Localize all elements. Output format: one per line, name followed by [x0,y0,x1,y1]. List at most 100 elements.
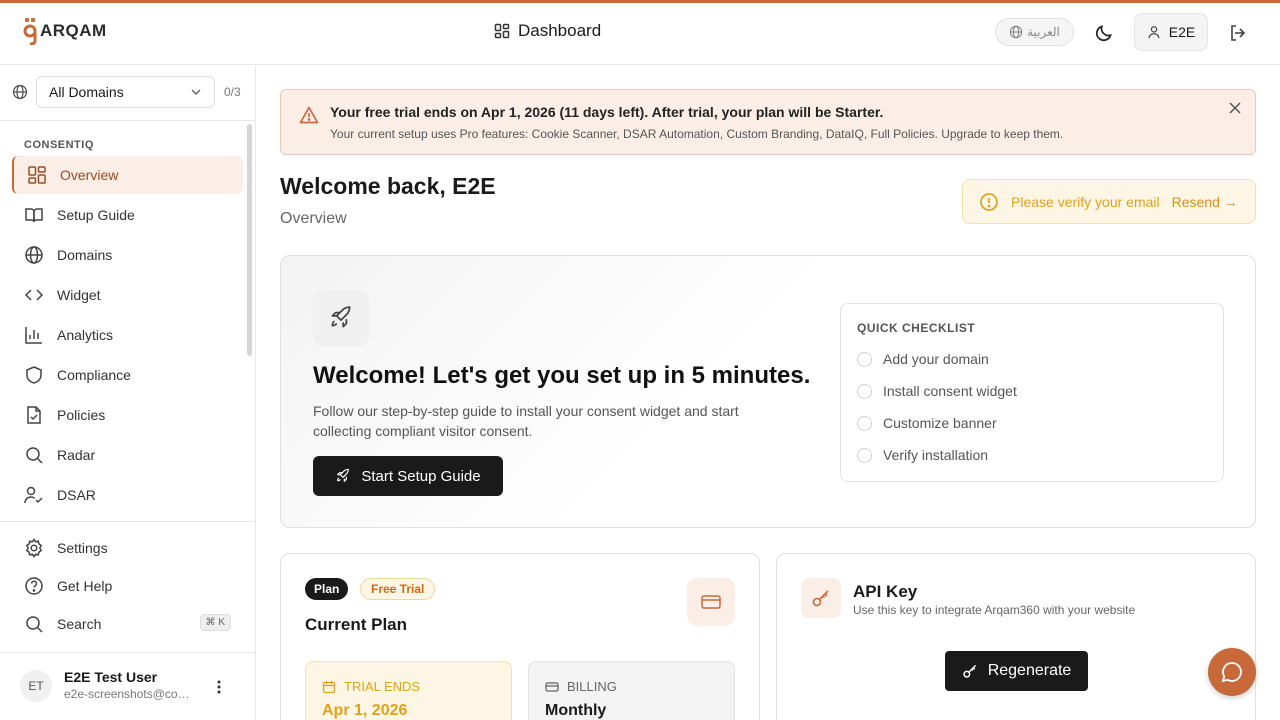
trial-banner-subtitle: Your current setup uses Pro features: Co… [330,127,1064,141]
checklist-item-label: Add your domain [883,351,989,367]
checklist-item-label: Verify installation [883,447,989,463]
chart-icon [25,327,42,344]
sidebar-item-dsar[interactable]: DSAR [12,476,243,514]
chat-support-button[interactable] [1208,648,1256,696]
sidebar-user-profile[interactable]: ET E2E Test User e2e-screenshots@consent… [0,652,255,720]
user-menu-button[interactable]: E2E [1134,13,1208,51]
key-icon [812,590,829,607]
domain-filter-row: All Domains 0/3 [0,66,255,121]
sidebar-item-label: DSAR [57,487,96,503]
avatar: ET [20,670,52,702]
sidebar-item-label: Settings [57,540,108,556]
billing-label: BILLING [567,679,617,694]
search-icon [26,447,43,464]
logout-button[interactable] [1226,21,1250,45]
start-setup-guide-label: Start Setup Guide [361,467,481,485]
quick-checklist: QUICK CHECKLIST Add your domain Install … [840,303,1224,482]
welcome-card-description: Follow our step-by-step guide to install… [313,403,739,439]
globe-icon [1009,25,1023,39]
sidebar-item-overview[interactable]: Overview [12,156,243,194]
chat-bubble-icon [1221,662,1242,683]
rocket-icon [337,468,350,482]
verify-email-notice: Please verify your email Resend → [962,179,1256,224]
welcome-card-title: Welcome! Let's get you set up in 5 minut… [313,362,811,389]
logout-icon [1231,25,1246,41]
page-header-title: Dashboard [494,21,601,41]
sidebar-item-label: Domains [57,247,113,263]
shield-icon [26,366,42,384]
checklist-item-label: Customize banner [883,415,997,431]
start-setup-guide-button[interactable]: Start Setup Guide [313,456,503,496]
page-subtitle: Overview [280,210,347,227]
billing-tile: BILLING Monthly [528,661,735,720]
trial-banner-close-button[interactable] [1227,100,1243,116]
sidebar-item-analytics[interactable]: Analytics [12,316,243,354]
code-icon [24,289,44,301]
sidebar-section-label: CONSENTIQ [24,139,94,151]
rocket-icon [331,306,351,328]
billing-value: Monthly [545,702,607,719]
sidebar-scrollbar[interactable] [247,124,252,356]
chevron-down-icon [191,89,201,96]
file-check-icon [27,406,41,424]
trial-banner-title: Your free trial ends on Apr 1, 2026 (11 … [330,104,884,120]
checklist-item[interactable]: Customize banner [857,415,997,431]
domain-select[interactable]: All Domains [36,76,215,108]
regenerate-button[interactable]: Regenerate [945,651,1088,691]
alert-circle-icon [980,192,998,211]
trial-ends-tile: TRIAL ENDS Apr 1, 2026 [305,661,512,720]
checklist-item[interactable]: Verify installation [857,447,988,463]
sidebar-item-label: Setup Guide [57,207,135,223]
user-more-button[interactable] [212,678,226,696]
billing-label-row: BILLING [545,679,617,694]
api-key-title: API Key [853,582,918,601]
key-icon [962,664,976,678]
checklist-title: QUICK CHECKLIST [857,321,976,335]
sidebar-item-compliance[interactable]: Compliance [12,356,243,394]
top-header: ARQAM Dashboard العربية E2E [0,3,1280,65]
warning-icon [299,106,319,124]
search-shortcut-badge: ⌘ K [199,614,231,631]
resend-link[interactable]: Resend → [1172,194,1238,210]
overview-icon [28,166,46,184]
moon-icon [1095,25,1112,42]
gear-icon [25,538,43,558]
credit-card-icon-tile [687,578,735,626]
theme-toggle-button[interactable] [1092,21,1116,45]
logo-mark-icon [23,18,37,45]
sidebar-item-settings[interactable]: Settings [12,529,243,567]
page-title: Welcome back, E2E [280,173,496,199]
current-plan-card: Plan Free Trial Current Plan TRIAL ENDS … [280,553,760,720]
sidebar-item-label: Search [57,616,102,632]
more-vertical-icon [217,680,221,694]
plan-badge: Plan [305,578,349,600]
plan-card-title: Current Plan [305,615,408,634]
language-toggle-button[interactable]: العربية [995,18,1074,46]
api-key-card: API Key Use this key to integrate Arqam3… [776,553,1256,720]
checklist-item[interactable]: Add your domain [857,351,989,367]
sidebar-item-domains[interactable]: Domains [12,236,243,274]
key-icon-tile [801,578,841,618]
sidebar-item-widget[interactable]: Widget [12,276,243,314]
sidebar-item-setup-guide[interactable]: Setup Guide [12,196,243,234]
welcome-card: Welcome! Let's get you set up in 5 minut… [280,255,1256,528]
trial-banner: Your free trial ends on Apr 1, 2026 (11 … [280,89,1256,155]
sidebar-item-label: Overview [60,167,119,183]
sidebar-divider [0,521,255,522]
sidebar-item-label: Compliance [57,367,131,383]
api-key-subtitle: Use this key to integrate Arqam360 with … [853,603,1136,617]
sidebar-item-radar[interactable]: Radar [12,436,243,474]
trial-ends-value: Apr 1, 2026 [322,702,408,719]
sidebar-item-policies[interactable]: Policies [12,396,243,434]
checklist-item[interactable]: Install consent widget [857,383,1017,399]
user-initials: E2E [1168,24,1196,40]
domain-select-value: All Domains [49,84,124,100]
logo[interactable]: ARQAM [22,17,107,45]
checkbox-circle-icon [857,351,872,367]
sidebar-item-search[interactable]: Search ⌘ K [12,605,243,643]
sidebar-item-label: Radar [57,447,96,463]
trial-ends-label: TRIAL ENDS [344,679,421,694]
credit-card-icon [701,595,721,609]
book-icon [25,208,43,223]
sidebar-item-get-help[interactable]: Get Help [12,567,243,605]
